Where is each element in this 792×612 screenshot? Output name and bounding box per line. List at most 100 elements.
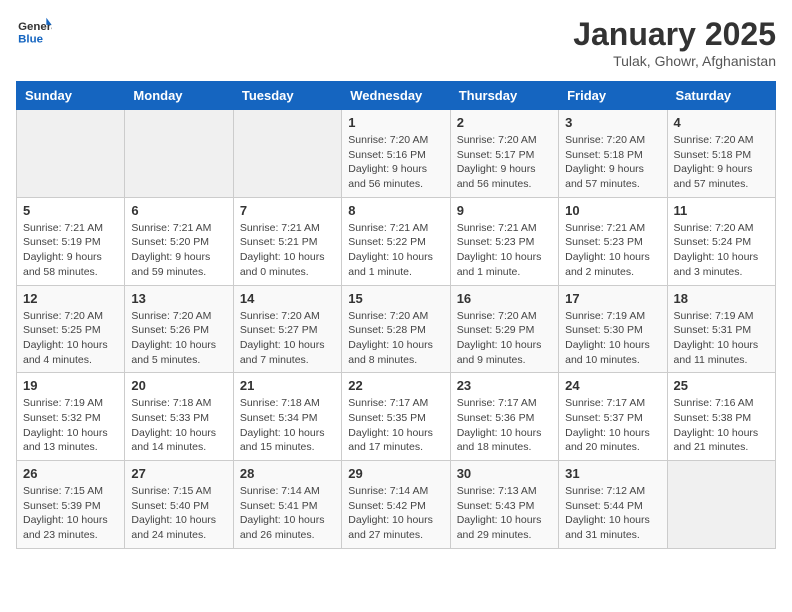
day-number: 27: [131, 466, 226, 481]
day-number: 24: [565, 378, 660, 393]
calendar-day-cell: 29Sunrise: 7:14 AMSunset: 5:42 PMDayligh…: [342, 461, 450, 549]
day-detail: Sunrise: 7:20 AMSunset: 5:17 PMDaylight:…: [457, 133, 552, 192]
day-number: 29: [348, 466, 443, 481]
calendar-week-row: 12 Sunrise: 7:20 AMSunset: 5:25 PMDayligh…: [17, 285, 776, 373]
calendar-day-cell: [667, 461, 775, 549]
calendar-day-cell: 8 Sunrise: 7:21 AMSunset: 5:22 PMDaylight…: [342, 197, 450, 285]
calendar-day-cell: 28 Sunrise: 7:14 AMSunset: 5:41 PMDayligh…: [233, 461, 341, 549]
calendar-day-cell: 21Sunrise: 7:18 AMSunset: 5:34 PMDayligh…: [233, 373, 341, 461]
calendar-subtitle: Tulak, Ghowr, Afghanistan: [573, 53, 776, 69]
calendar-day-cell: 20 Sunrise: 7:18 AMSunset: 5:33 PMDayligh…: [125, 373, 233, 461]
calendar-title: January 2025: [573, 16, 776, 53]
calendar-day-cell: 15Sunrise: 7:20 AMSunset: 5:28 PMDayligh…: [342, 285, 450, 373]
day-detail: Sunrise: 7:21 AMSunset: 5:23 PMDaylight:…: [565, 221, 660, 280]
calendar-day-cell: 19 Sunrise: 7:19 AMSunset: 5:32 PMDayligh…: [17, 373, 125, 461]
day-number: 25: [674, 378, 769, 393]
calendar-day-cell: 12 Sunrise: 7:20 AMSunset: 5:25 PMDayligh…: [17, 285, 125, 373]
calendar-day-cell: 26 Sunrise: 7:15 AMSunset: 5:39 PMDayligh…: [17, 461, 125, 549]
day-detail: Sunrise: 7:17 AMSunset: 5:37 PMDaylight:…: [565, 396, 660, 455]
weekday-header-cell: Sunday: [17, 82, 125, 110]
day-detail: Sunrise: 7:18 AMSunset: 5:34 PMDaylight:…: [240, 396, 335, 455]
calendar-day-cell: 13 Sunrise: 7:20 AMSunset: 5:26 PMDayligh…: [125, 285, 233, 373]
day-number: 19: [23, 378, 118, 393]
day-detail: Sunrise: 7:20 AMSunset: 5:16 PMDaylight:…: [348, 133, 443, 192]
day-detail: Sunrise: 7:12 AMSunset: 5:44 PMDaylight:…: [565, 484, 660, 543]
day-detail: Sunrise: 7:21 AMSunset: 5:20 PMDaylight:…: [131, 221, 226, 280]
day-detail: Sunrise: 7:20 AMSunset: 5:18 PMDaylight:…: [565, 133, 660, 192]
calendar-day-cell: 25 Sunrise: 7:16 AMSunset: 5:38 PMDayligh…: [667, 373, 775, 461]
day-detail: Sunrise: 7:20 AMSunset: 5:27 PMDaylight:…: [240, 309, 335, 368]
day-detail: Sunrise: 7:21 AMSunset: 5:23 PMDaylight:…: [457, 221, 552, 280]
calendar-day-cell: 5Sunrise: 7:21 AMSunset: 5:19 PMDaylight…: [17, 197, 125, 285]
calendar-table: SundayMondayTuesdayWednesdayThursdayFrid…: [16, 81, 776, 549]
day-detail: Sunrise: 7:14 AMSunset: 5:41 PMDaylight:…: [240, 484, 335, 543]
day-number: 30: [457, 466, 552, 481]
day-detail: Sunrise: 7:15 AMSunset: 5:39 PMDaylight:…: [23, 484, 118, 543]
calendar-day-cell: 27Sunrise: 7:15 AMSunset: 5:40 PMDayligh…: [125, 461, 233, 549]
day-number: 13: [131, 291, 226, 306]
day-number: 10: [565, 203, 660, 218]
day-number: 5: [23, 203, 118, 218]
day-detail: Sunrise: 7:21 AMSunset: 5:22 PMDaylight:…: [348, 221, 443, 280]
calendar-day-cell: 14Sunrise: 7:20 AMSunset: 5:27 PMDayligh…: [233, 285, 341, 373]
calendar-day-cell: 23 Sunrise: 7:17 AMSunset: 5:36 PMDayligh…: [450, 373, 558, 461]
calendar-day-cell: 18Sunrise: 7:19 AMSunset: 5:31 PMDayligh…: [667, 285, 775, 373]
day-detail: Sunrise: 7:17 AMSunset: 5:35 PMDaylight:…: [348, 396, 443, 455]
calendar-day-cell: 24 Sunrise: 7:17 AMSunset: 5:37 PMDayligh…: [559, 373, 667, 461]
calendar-week-row: 5Sunrise: 7:21 AMSunset: 5:19 PMDaylight…: [17, 197, 776, 285]
calendar-day-cell: 1 Sunrise: 7:20 AMSunset: 5:16 PMDaylight…: [342, 110, 450, 198]
logo: General Blue: [16, 16, 52, 46]
day-number: 15: [348, 291, 443, 306]
day-number: 6: [131, 203, 226, 218]
day-number: 12: [23, 291, 118, 306]
day-number: 7: [240, 203, 335, 218]
weekday-header-cell: Friday: [559, 82, 667, 110]
day-detail: Sunrise: 7:17 AMSunset: 5:36 PMDaylight:…: [457, 396, 552, 455]
weekday-header-row: SundayMondayTuesdayWednesdayThursdayFrid…: [17, 82, 776, 110]
day-detail: Sunrise: 7:20 AMSunset: 5:25 PMDaylight:…: [23, 309, 118, 368]
day-detail: Sunrise: 7:19 AMSunset: 5:30 PMDaylight:…: [565, 309, 660, 368]
calendar-day-cell: 7 Sunrise: 7:21 AMSunset: 5:21 PMDaylight…: [233, 197, 341, 285]
calendar-day-cell: 17Sunrise: 7:19 AMSunset: 5:30 PMDayligh…: [559, 285, 667, 373]
calendar-day-cell: 11Sunrise: 7:20 AMSunset: 5:24 PMDayligh…: [667, 197, 775, 285]
calendar-day-cell: 16 Sunrise: 7:20 AMSunset: 5:29 PMDayligh…: [450, 285, 558, 373]
day-number: 23: [457, 378, 552, 393]
day-number: 22: [348, 378, 443, 393]
weekday-header-cell: Saturday: [667, 82, 775, 110]
day-detail: Sunrise: 7:20 AMSunset: 5:26 PMDaylight:…: [131, 309, 226, 368]
day-detail: Sunrise: 7:19 AMSunset: 5:31 PMDaylight:…: [674, 309, 769, 368]
day-number: 20: [131, 378, 226, 393]
weekday-header-cell: Tuesday: [233, 82, 341, 110]
calendar-day-cell: 4Sunrise: 7:20 AMSunset: 5:18 PMDaylight…: [667, 110, 775, 198]
day-number: 28: [240, 466, 335, 481]
day-number: 26: [23, 466, 118, 481]
calendar-day-cell: 10 Sunrise: 7:21 AMSunset: 5:23 PMDayligh…: [559, 197, 667, 285]
calendar-week-row: 19 Sunrise: 7:19 AMSunset: 5:32 PMDayligh…: [17, 373, 776, 461]
day-detail: Sunrise: 7:19 AMSunset: 5:32 PMDaylight:…: [23, 396, 118, 455]
calendar-day-cell: [125, 110, 233, 198]
calendar-week-row: 1 Sunrise: 7:20 AMSunset: 5:16 PMDaylight…: [17, 110, 776, 198]
title-block: January 2025 Tulak, Ghowr, Afghanistan: [573, 16, 776, 69]
day-number: 11: [674, 203, 769, 218]
day-detail: Sunrise: 7:18 AMSunset: 5:33 PMDaylight:…: [131, 396, 226, 455]
svg-text:Blue: Blue: [18, 33, 43, 45]
day-detail: Sunrise: 7:21 AMSunset: 5:21 PMDaylight:…: [240, 221, 335, 280]
calendar-day-cell: [233, 110, 341, 198]
weekday-header-cell: Wednesday: [342, 82, 450, 110]
day-detail: Sunrise: 7:16 AMSunset: 5:38 PMDaylight:…: [674, 396, 769, 455]
calendar-day-cell: 9 Sunrise: 7:21 AMSunset: 5:23 PMDaylight…: [450, 197, 558, 285]
calendar-day-cell: 6 Sunrise: 7:21 AMSunset: 5:20 PMDaylight…: [125, 197, 233, 285]
day-detail: Sunrise: 7:20 AMSunset: 5:18 PMDaylight:…: [674, 133, 769, 192]
day-number: 1: [348, 115, 443, 130]
day-number: 9: [457, 203, 552, 218]
day-number: 3: [565, 115, 660, 130]
day-number: 16: [457, 291, 552, 306]
calendar-day-cell: 2 Sunrise: 7:20 AMSunset: 5:17 PMDaylight…: [450, 110, 558, 198]
day-number: 8: [348, 203, 443, 218]
day-number: 2: [457, 115, 552, 130]
calendar-day-cell: [17, 110, 125, 198]
day-detail: Sunrise: 7:20 AMSunset: 5:29 PMDaylight:…: [457, 309, 552, 368]
calendar-day-cell: 30Sunrise: 7:13 AMSunset: 5:43 PMDayligh…: [450, 461, 558, 549]
page-header: General Blue January 2025 Tulak, Ghowr, …: [16, 16, 776, 69]
calendar-day-cell: 22 Sunrise: 7:17 AMSunset: 5:35 PMDayligh…: [342, 373, 450, 461]
